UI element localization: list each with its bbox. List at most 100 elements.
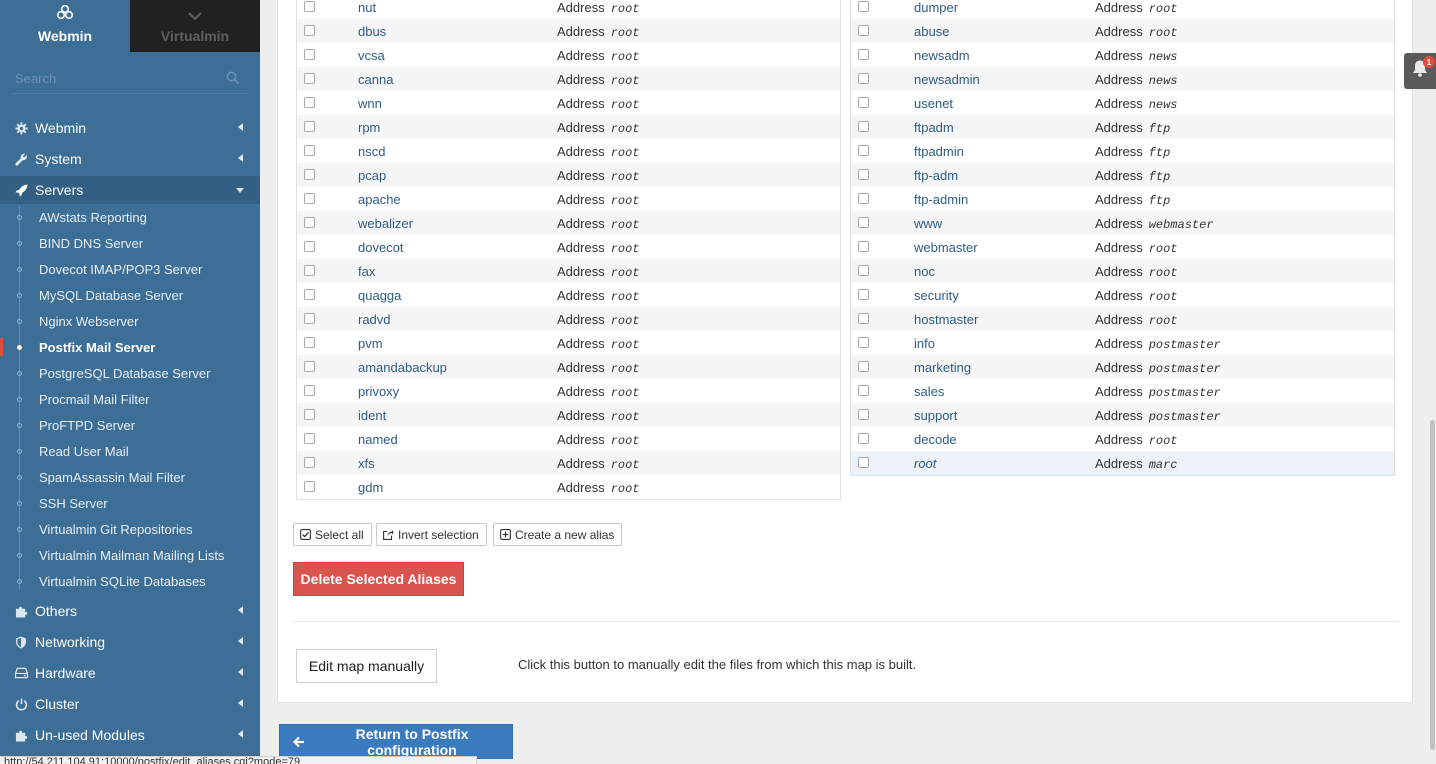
alias-checkbox[interactable] [304,433,315,444]
alias-checkbox[interactable] [858,73,869,84]
alias-name-link[interactable]: ftpadm [914,120,954,135]
delete-selected-aliases-button[interactable]: Delete Selected Aliases [293,562,464,596]
alias-name-link[interactable]: dbus [358,24,386,39]
alias-name-link[interactable]: quagga [358,288,401,303]
sidebar-item-postgresql[interactable]: PostgreSQL Database Server [0,360,260,386]
alias-checkbox[interactable] [858,241,869,252]
sidebar-item-procmail[interactable]: Procmail Mail Filter [0,386,260,412]
alias-name-link[interactable]: amandabackup [358,360,447,375]
alias-name-link[interactable]: rpm [358,120,380,135]
alias-name-link[interactable]: newsadm [914,48,970,63]
alias-name-link[interactable]: decode [914,432,957,447]
sidebar-item-bind-dns[interactable]: BIND DNS Server [0,230,260,256]
alias-name-link[interactable]: ftpadmin [914,144,964,159]
sidebar-category-networking[interactable]: Networking [0,628,260,656]
alias-checkbox[interactable] [304,97,315,108]
tab-virtualmin[interactable]: Virtualmin [130,0,260,52]
alias-name-link[interactable]: wnn [358,96,382,111]
search-input[interactable] [12,64,248,92]
alias-name-link[interactable]: root [914,456,936,471]
alias-name-link[interactable]: sales [914,384,944,399]
alias-checkbox[interactable] [304,1,315,12]
alias-checkbox[interactable] [304,121,315,132]
sidebar-item-postfix[interactable]: Postfix Mail Server [0,334,260,360]
alias-name-link[interactable]: hostmaster [914,312,978,327]
alias-name-link[interactable]: apache [358,192,401,207]
sidebar-item-proftpd[interactable]: ProFTPD Server [0,412,260,438]
alias-checkbox[interactable] [304,289,315,300]
alias-checkbox[interactable] [304,361,315,372]
alias-name-link[interactable]: dumper [914,0,958,15]
alias-checkbox[interactable] [304,313,315,324]
sidebar-item-spamassassin[interactable]: SpamAssassin Mail Filter [0,464,260,490]
select-all-button[interactable]: Select all [293,523,372,546]
sidebar-category-servers[interactable]: Servers [0,176,260,204]
alias-checkbox[interactable] [304,169,315,180]
sidebar-item-ssh[interactable]: SSH Server [0,490,260,516]
sidebar-category-others[interactable]: Others [0,597,260,625]
alias-name-link[interactable]: usenet [914,96,953,111]
alias-name-link[interactable]: info [914,336,935,351]
alias-checkbox[interactable] [304,25,315,36]
alias-name-link[interactable]: www [914,216,942,231]
alias-checkbox[interactable] [858,265,869,276]
alias-checkbox[interactable] [858,361,869,372]
search-icon[interactable] [226,71,240,85]
alias-checkbox[interactable] [304,481,315,492]
alias-name-link[interactable]: canna [358,72,393,87]
alias-checkbox[interactable] [858,145,869,156]
alias-checkbox[interactable] [858,217,869,228]
alias-name-link[interactable]: marketing [914,360,971,375]
notifications-button[interactable]: 1 [1404,53,1436,89]
alias-checkbox[interactable] [304,385,315,396]
alias-name-link[interactable]: pvm [358,336,383,351]
alias-checkbox[interactable] [858,49,869,60]
alias-name-link[interactable]: webmaster [914,240,978,255]
sidebar-item-mysql[interactable]: MySQL Database Server [0,282,260,308]
alias-checkbox[interactable] [304,193,315,204]
alias-checkbox[interactable] [304,265,315,276]
return-to-postfix-button[interactable]: Return to Postfix configuration [279,724,513,759]
scrollbar[interactable] [1430,420,1435,750]
alias-name-link[interactable]: fax [358,264,375,279]
sidebar-item-awstats[interactable]: AWstats Reporting [0,204,260,230]
alias-checkbox[interactable] [304,241,315,252]
alias-checkbox[interactable] [858,193,869,204]
alias-name-link[interactable]: xfs [358,456,375,471]
alias-checkbox[interactable] [304,409,315,420]
alias-checkbox[interactable] [304,337,315,348]
alias-name-link[interactable]: abuse [914,24,949,39]
invert-selection-button[interactable]: Invert selection [376,523,487,546]
alias-checkbox[interactable] [304,49,315,60]
alias-name-link[interactable]: nut [358,0,376,15]
edit-map-manually-button[interactable]: Edit map manually [296,649,437,683]
tab-webmin[interactable]: Webmin [0,0,130,52]
alias-name-link[interactable]: named [358,432,398,447]
sidebar-item-git[interactable]: Virtualmin Git Repositories [0,516,260,542]
alias-checkbox[interactable] [304,73,315,84]
alias-name-link[interactable]: webalizer [358,216,413,231]
alias-checkbox[interactable] [858,337,869,348]
alias-checkbox[interactable] [858,169,869,180]
alias-checkbox[interactable] [304,217,315,228]
sidebar-category-cluster[interactable]: Cluster [0,690,260,718]
alias-name-link[interactable]: pcap [358,168,386,183]
alias-checkbox[interactable] [858,25,869,36]
alias-name-link[interactable]: newsadmin [914,72,980,87]
alias-checkbox[interactable] [858,1,869,12]
alias-name-link[interactable]: privoxy [358,384,399,399]
alias-name-link[interactable]: radvd [358,312,391,327]
sidebar-item-read-user-mail[interactable]: Read User Mail [0,438,260,464]
alias-checkbox[interactable] [304,145,315,156]
alias-checkbox[interactable] [858,385,869,396]
alias-name-link[interactable]: vcsa [358,48,385,63]
alias-name-link[interactable]: security [914,288,959,303]
alias-name-link[interactable]: gdm [358,480,383,495]
alias-name-link[interactable]: dovecot [358,240,404,255]
alias-checkbox[interactable] [858,313,869,324]
alias-name-link[interactable]: ftp-adm [914,168,958,183]
alias-name-link[interactable]: noc [914,264,935,279]
sidebar-item-sqlite[interactable]: Virtualmin SQLite Databases [0,568,260,594]
alias-checkbox[interactable] [858,121,869,132]
alias-checkbox[interactable] [858,289,869,300]
